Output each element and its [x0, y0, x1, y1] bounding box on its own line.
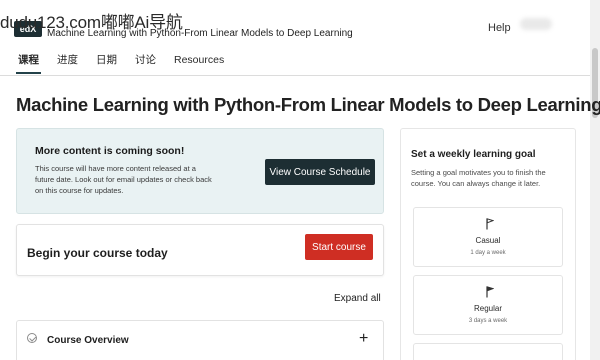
check-circle-icon — [27, 333, 37, 343]
section-course-overview[interactable]: Course Overview + — [16, 320, 384, 360]
weekly-goal-panel: Set a weekly learning goal Setting a goa… — [400, 128, 576, 360]
goal-option-frequency: 3 days a week — [468, 318, 508, 324]
watermark-text: dudu123.com嘟嘟Ai导航 — [0, 13, 183, 32]
tabs-divider — [0, 75, 590, 76]
user-menu[interactable] — [520, 18, 552, 30]
notice-heading: More content is coming soon! — [35, 145, 185, 157]
view-course-schedule-button[interactable]: View Course Schedule — [265, 159, 375, 185]
tab-progress[interactable]: 进度 — [55, 52, 80, 74]
course-tabs: 课程 进度 日期 讨论 Resources — [16, 52, 226, 76]
goal-description: Setting a goal motivates you to finish t… — [411, 168, 546, 188]
begin-course-text: Begin your course today — [27, 246, 168, 260]
start-course-button[interactable]: Start course — [305, 234, 373, 260]
flag-icon — [486, 218, 494, 230]
begin-course-card: Begin your course today Start course — [16, 224, 384, 276]
expand-all-button[interactable]: Expand all — [334, 293, 381, 304]
section-label: Course Overview — [47, 335, 129, 346]
page-scrollbar[interactable] — [590, 0, 600, 360]
goal-option-frequency: 1 day a week — [470, 250, 506, 256]
content-coming-notice: More content is coming soon! This course… — [16, 128, 384, 214]
goal-option-name: Casual — [475, 236, 501, 245]
page-title: Machine Learning with Python-From Linear… — [16, 94, 600, 115]
help-link[interactable]: Help — [488, 22, 511, 34]
goal-option-regular[interactable]: Regular 3 days a week — [413, 275, 563, 335]
plus-icon[interactable]: + — [359, 330, 368, 348]
goal-option-intense[interactable] — [413, 343, 563, 360]
goal-option-name: Regular — [473, 304, 502, 313]
tab-discussion[interactable]: 讨论 — [133, 52, 158, 74]
tab-dates[interactable]: 日期 — [94, 52, 119, 74]
goal-title: Set a weekly learning goal — [411, 149, 536, 160]
tab-course[interactable]: 课程 — [16, 52, 41, 74]
tab-resources[interactable]: Resources — [172, 52, 226, 74]
goal-option-casual[interactable]: Casual 1 day a week — [413, 207, 563, 267]
notice-body: This course will have more content relea… — [35, 164, 212, 195]
flag-icon — [486, 286, 494, 298]
